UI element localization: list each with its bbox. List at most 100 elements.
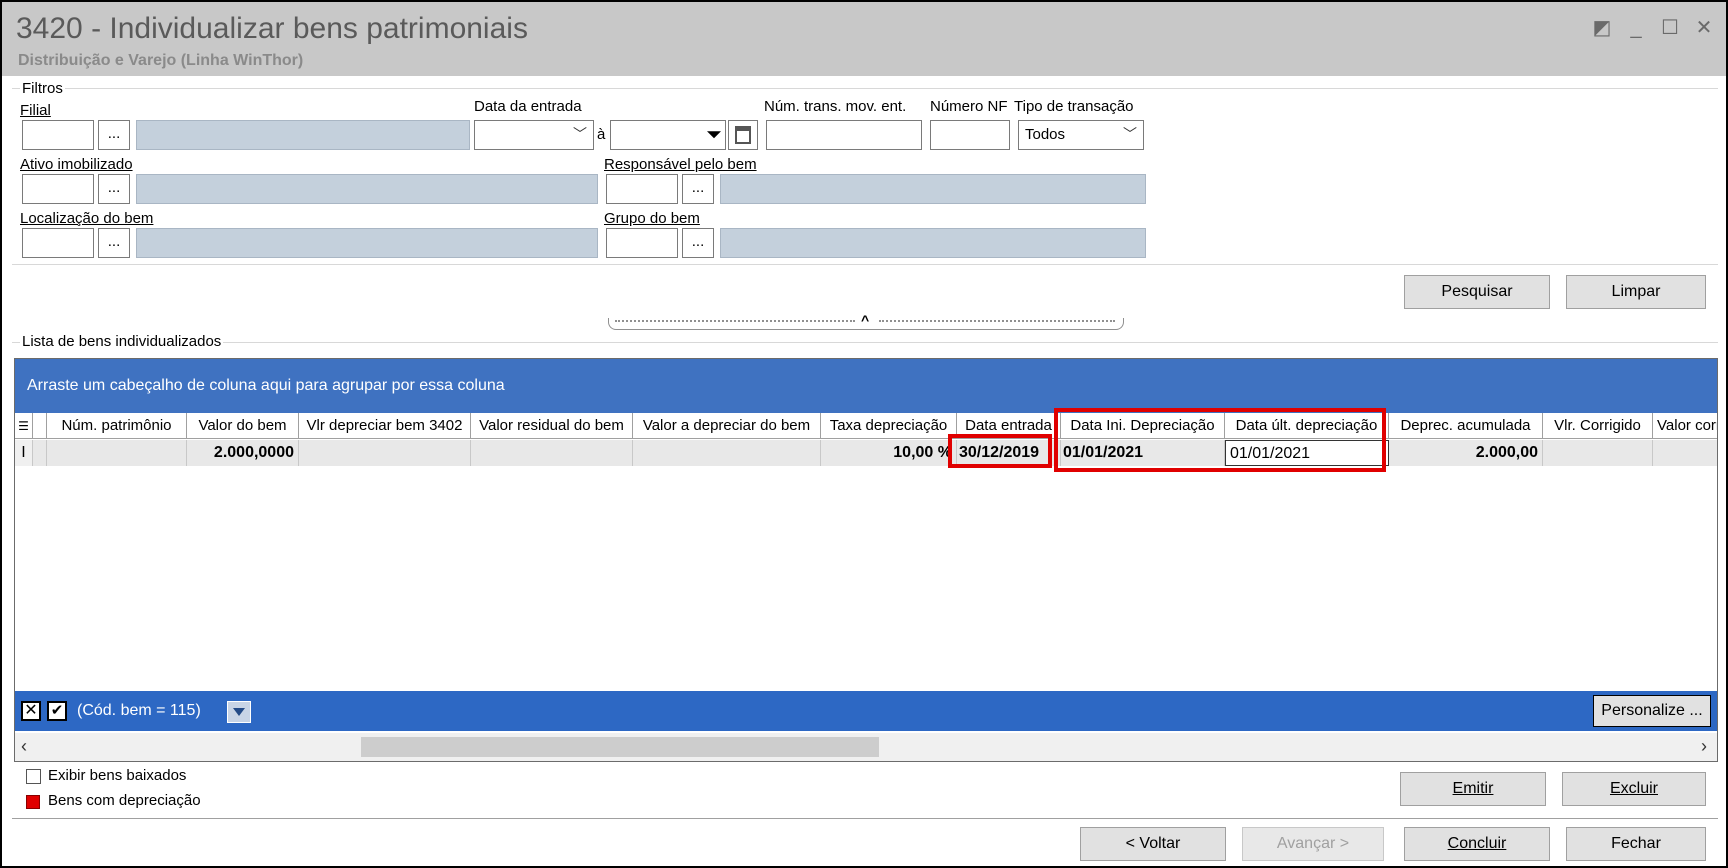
grid-header-row: ☰ Núm. patrimônio Valor do bem Vlr depre… (15, 413, 1717, 439)
data-entrada-end-combo[interactable] (610, 120, 726, 150)
col-header-valor-bem[interactable]: Valor do bem (187, 413, 299, 439)
grid-filter-bar: ✕ ✔ (Cód. bem = 115) Personalize ... (15, 691, 1717, 731)
responsavel-code-input[interactable] (606, 174, 678, 204)
cell-valor-a-depreciar[interactable] (633, 440, 821, 466)
filial-label: Filial (20, 102, 51, 119)
window-subtitle: Distribuição e Varejo (Linha WinThor) (18, 52, 304, 69)
table-row[interactable]: I 2.000,0000 10,00 % 30/12/2019 01/01/20… (15, 440, 1717, 466)
scroll-right-icon[interactable]: › (1701, 736, 1707, 757)
numero-nf-label: Número NF (930, 98, 1008, 115)
responsavel-lookup-button[interactable]: ... (682, 174, 714, 204)
fechar-button[interactable]: Fechar (1566, 827, 1706, 861)
ativo-code-input[interactable] (22, 174, 94, 204)
group-by-hint: Arraste um cabeçalho de coluna aqui para… (27, 377, 505, 394)
data-entrada-start-combo[interactable]: ﹀ (474, 120, 594, 150)
cell-vlr-depreciar-3402[interactable] (299, 440, 471, 466)
tipo-transacao-label: Tipo de transação (1014, 98, 1134, 115)
cell-taxa-depreciacao[interactable]: 10,00 % (821, 440, 957, 466)
excluir-button[interactable]: Excluir (1562, 772, 1706, 806)
grupo-code-input[interactable] (606, 228, 678, 258)
ativo-lookup-button[interactable]: ... (98, 174, 130, 204)
scrollbar-thumb[interactable] (361, 737, 879, 757)
filter-dropdown-button[interactable] (227, 701, 251, 723)
exibir-baixados-checkbox[interactable] (26, 769, 41, 784)
maximize-icon[interactable]: ☐ (1658, 16, 1682, 40)
filters-top-line (12, 88, 1718, 89)
numero-nf-input[interactable] (930, 120, 1010, 150)
splitter-dots-left (615, 320, 855, 322)
main-window: 3420 - Individualizar bens patrimoniais … (0, 0, 1728, 868)
cell-valor-corrigido[interactable] (1653, 440, 1717, 466)
window-title: 3420 - Individualizar bens patrimoniais (16, 12, 528, 45)
filial-code-input[interactable] (22, 120, 94, 150)
responsavel-description-field (720, 174, 1146, 204)
col-header-num-patrimonio[interactable]: Núm. patrimônio (47, 413, 187, 439)
col-header-valor-corrigido[interactable]: Valor corrigido (1653, 413, 1717, 439)
chevron-down-icon: ﹀ (1123, 126, 1137, 142)
dropdown-arrow-icon (707, 131, 721, 139)
localizacao-description-field (136, 228, 598, 258)
col-header-vlr-corrigido[interactable]: Vlr. Corrigido (1543, 413, 1653, 439)
pesquisar-button[interactable]: Pesquisar (1404, 275, 1550, 309)
header-indicator-cell (33, 413, 47, 439)
highlight-data-entrada (948, 434, 1052, 468)
tipo-transacao-value: Todos (1025, 126, 1066, 143)
cell-valor-residual[interactable] (471, 440, 633, 466)
grupo-description-field (720, 228, 1146, 258)
num-trans-input[interactable] (766, 120, 922, 150)
restore-icon[interactable]: ◩ (1590, 16, 1614, 40)
ativo-label: Ativo imobilizado (20, 156, 133, 173)
cell-vlr-corrigido[interactable] (1543, 440, 1653, 466)
avancar-button[interactable]: Avançar > (1242, 827, 1384, 861)
emitir-button[interactable]: Emitir (1400, 772, 1546, 806)
localizacao-code-input[interactable] (22, 228, 94, 258)
column-chooser-icon[interactable]: ☰ (15, 413, 33, 439)
horizontal-scrollbar[interactable]: ‹ › (15, 733, 1717, 761)
grupo-label: Grupo do bem (604, 210, 700, 227)
col-header-taxa-depreciacao[interactable]: Taxa depreciação (821, 413, 957, 439)
depreciacao-legend-swatch (26, 795, 40, 809)
row-cursor-icon: I (15, 440, 33, 466)
voltar-button[interactable]: < Voltar (1080, 827, 1226, 861)
clear-filter-icon[interactable]: ✕ (21, 701, 41, 721)
grupo-lookup-button[interactable]: ... (682, 228, 714, 258)
filial-description-field (136, 120, 470, 150)
tipo-transacao-select[interactable]: Todos ﹀ (1018, 120, 1144, 150)
filter-enabled-checkbox[interactable]: ✔ (47, 701, 67, 721)
cell-num-patrimonio[interactable] (47, 440, 187, 466)
localizacao-label: Localização do bem (20, 210, 154, 227)
col-header-vlr-depreciar-3402[interactable]: Vlr depreciar bem 3402 (299, 413, 471, 439)
data-entrada-label: Data da entrada (474, 98, 582, 115)
calendar-icon (735, 126, 751, 144)
filters-bottom-line (12, 264, 1718, 265)
row-indicator-cell (33, 440, 47, 466)
scroll-left-icon[interactable]: ‹ (21, 736, 27, 757)
col-header-valor-residual[interactable]: Valor residual do bem (471, 413, 633, 439)
personalize-button[interactable]: Personalize ... (1593, 695, 1711, 727)
list-group-label: Lista de bens individualizados (20, 333, 224, 350)
splitter-dots-right (879, 320, 1115, 322)
collapse-splitter[interactable]: ^ (608, 312, 1124, 330)
cell-deprec-acumulada[interactable]: 2.000,00 (1389, 440, 1543, 466)
calendar-button[interactable] (728, 120, 758, 150)
close-icon[interactable]: ✕ (1692, 16, 1716, 40)
footer-line (12, 818, 1718, 819)
minimize-icon[interactable]: _ (1624, 16, 1648, 40)
filial-lookup-button[interactable]: ... (98, 120, 130, 150)
cell-valor-bem[interactable]: 2.000,0000 (187, 440, 299, 466)
concluir-button[interactable]: Concluir (1404, 827, 1550, 861)
localizacao-lookup-button[interactable]: ... (98, 228, 130, 258)
responsavel-label: Responsável pelo bem (604, 156, 757, 173)
filter-text: (Cód. bem = 115) (77, 702, 201, 719)
bens-grid: Arraste um cabeçalho de coluna aqui para… (14, 358, 1718, 762)
limpar-button[interactable]: Limpar (1566, 275, 1706, 309)
excluir-label: Excluir (1609, 780, 1658, 797)
title-bar: 3420 - Individualizar bens patrimoniais … (2, 2, 1726, 76)
col-header-deprec-acumulada[interactable]: Deprec. acumulada (1389, 413, 1543, 439)
num-trans-label: Núm. trans. mov. ent. (764, 98, 907, 115)
date-range-separator: à (597, 126, 606, 143)
emitir-label: Emitir (1452, 780, 1494, 797)
filters-group-label: Filtros (20, 80, 65, 97)
group-by-panel[interactable]: Arraste um cabeçalho de coluna aqui para… (15, 359, 1717, 413)
col-header-valor-a-depreciar[interactable]: Valor a depreciar do bem (633, 413, 821, 439)
